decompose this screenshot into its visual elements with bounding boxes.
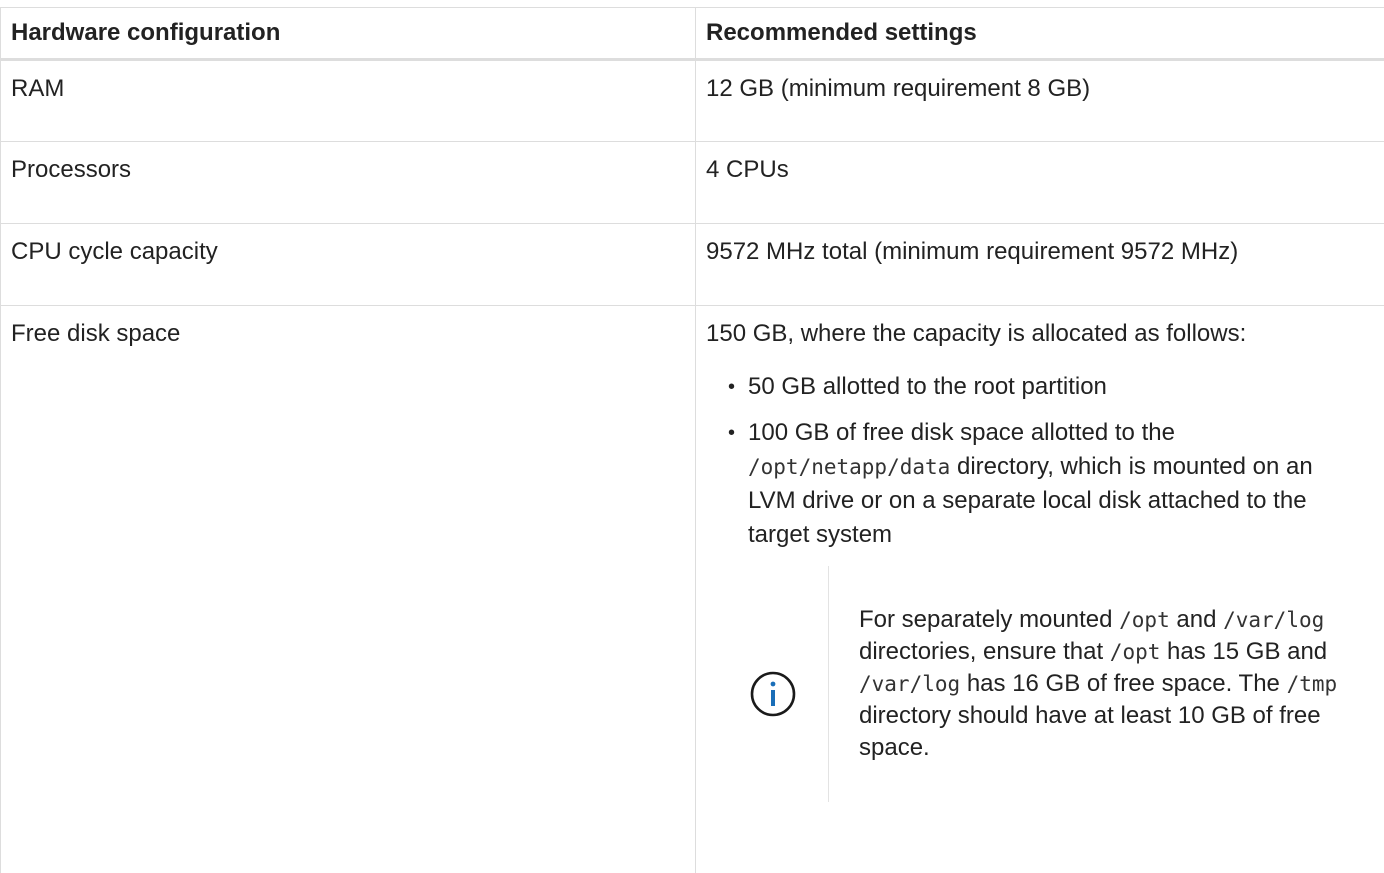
config-cell-processors: Processors [0,141,696,224]
note-text: For separately mounted /opt and /var/log… [829,604,1345,764]
note-icon-column [706,566,829,802]
disk-space-intro: 150 GB, where the capacity is allocated … [706,320,1247,347]
table-row: RAM 12 GB (minimum requirement 8 GB) [0,59,1384,142]
table-header-row: Hardware configuration Recommended setti… [0,7,1384,61]
setting-cell-ram: 12 GB (minimum requirement 8 GB) [695,59,1384,142]
config-cell-cpu-cycle-capacity: CPU cycle capacity [0,223,696,306]
setting-cell-processors: 4 CPUs [695,141,1384,224]
list-item: 100 GB of free disk space allotted to th… [728,416,1353,552]
config-cell-free-disk-space: Free disk space [0,305,696,873]
column-header-recommended-settings: Recommended settings [695,7,1384,61]
disk-allocation-list: 50 GB allotted to the root partition 100… [706,370,1384,552]
list-item: 50 GB allotted to the root partition [728,370,1353,404]
path-code: /var/log [1223,608,1325,632]
note-text-part: For separately mounted [859,606,1120,633]
config-cell-ram: RAM [0,59,696,142]
column-header-hardware-configuration: Hardware configuration [0,7,696,61]
path-code: /opt [1119,608,1170,632]
path-code: /var/log [859,672,961,696]
setting-cell-cpu-cycle-capacity: 9572 MHz total (minimum requirement 9572… [695,223,1384,306]
table-row: Free disk space 150 GB, where the capaci… [0,305,1384,873]
info-note: For separately mounted /opt and /var/log… [706,566,1384,802]
path-code: /opt [1109,640,1161,664]
list-item-text: 100 GB of free disk space allotted to th… [748,419,1175,446]
note-text-part: directory should have at least 10 GB of … [859,702,1321,761]
setting-cell-free-disk-space: 150 GB, where the capacity is allocated … [695,305,1384,873]
table-row: CPU cycle capacity 9572 MHz total (minim… [0,223,1384,306]
note-text-part: directories, ensure that [859,638,1110,665]
path-code: /tmp [1286,672,1338,696]
hardware-requirements-table: Hardware configuration Recommended setti… [0,7,1384,873]
table-row: Processors 4 CPUs [0,141,1384,224]
note-text-part: has 16 GB of free space. The [960,670,1287,697]
note-text-part: has 15 GB and [1160,638,1328,665]
info-circle-icon [750,671,796,717]
note-text-part: and [1169,606,1224,633]
path-code: /opt/netapp/data [748,455,951,479]
